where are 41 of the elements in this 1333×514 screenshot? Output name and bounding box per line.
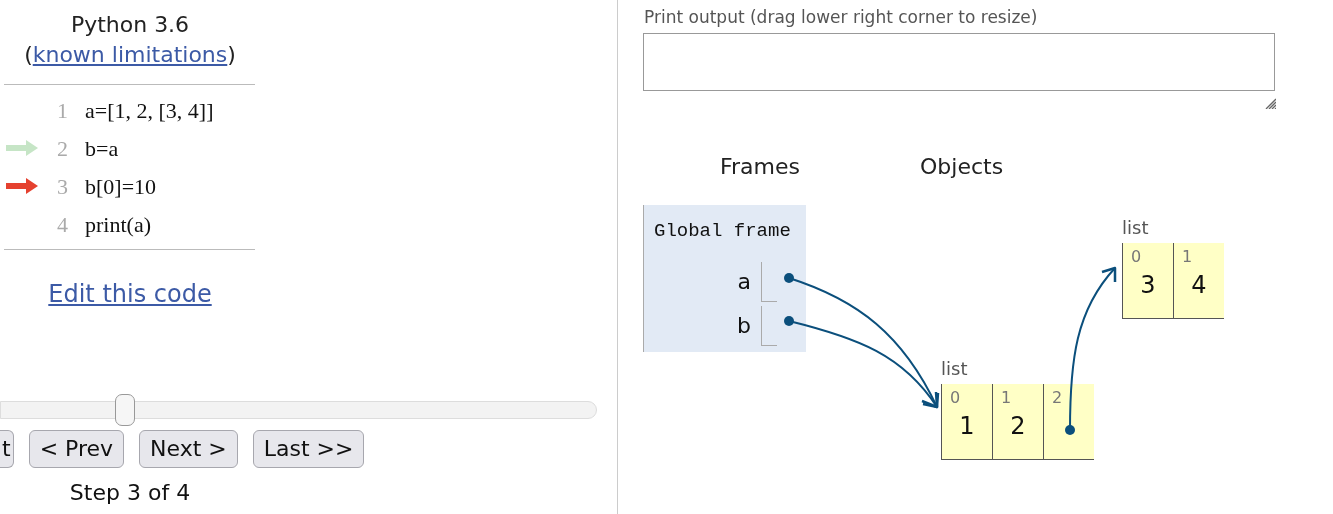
slider-handle[interactable]	[115, 394, 136, 426]
objects-heading: Objects	[920, 153, 1004, 181]
print-output-label: Print output (drag lower right corner to resize)	[644, 6, 1038, 29]
line-number: 1	[56, 96, 69, 125]
list-value: 2	[1009, 412, 1027, 440]
list-type-label: list	[941, 358, 968, 380]
known-limitations-link[interactable]: known limitations	[32, 40, 228, 70]
nav-button[interactable]: < Prev	[28, 430, 125, 468]
parenthesis: (	[24, 41, 33, 69]
list-value: 4	[1190, 271, 1208, 299]
nav-button[interactable]: Next >	[139, 430, 238, 468]
list-value: 1	[958, 412, 976, 440]
list-value: 3	[1139, 271, 1157, 299]
variable-name: b	[736, 312, 752, 340]
slider[interactable]	[0, 394, 597, 426]
frames-heading: Frames	[720, 153, 800, 181]
line-number: 3	[56, 172, 69, 201]
pointer-slot	[761, 261, 777, 302]
variable-name: a	[736, 268, 752, 296]
version-title: Python 3.6	[70, 11, 190, 39]
nav-button[interactable]: t	[0, 430, 14, 468]
list-type-label: list	[1122, 217, 1149, 239]
frame-title: Global frame	[653, 219, 792, 244]
nav-button[interactable]: Last >>	[252, 430, 365, 468]
list-index: 2	[1052, 388, 1064, 408]
code-line: b=a	[85, 134, 119, 163]
list-index: 1	[1182, 247, 1194, 267]
code-line: b[0]=10	[85, 172, 157, 201]
list-index: 0	[1131, 247, 1143, 267]
pointer-slot	[761, 305, 777, 346]
line-number: 2	[56, 134, 69, 163]
resize-grip-icon[interactable]	[1264, 97, 1276, 109]
list-index: 0	[950, 388, 962, 408]
line-number: 4	[56, 210, 69, 239]
print-output-field[interactable]	[643, 33, 1275, 91]
parenthesis: )	[227, 41, 236, 69]
step-counter: Step 3 of 4	[69, 480, 191, 506]
code-line: a=[1, 2, [3, 4]]	[85, 96, 214, 125]
list-index: 1	[1001, 388, 1013, 408]
edit-code-link[interactable]: Edit this code	[48, 276, 212, 312]
code-line: print(a)	[85, 210, 151, 239]
